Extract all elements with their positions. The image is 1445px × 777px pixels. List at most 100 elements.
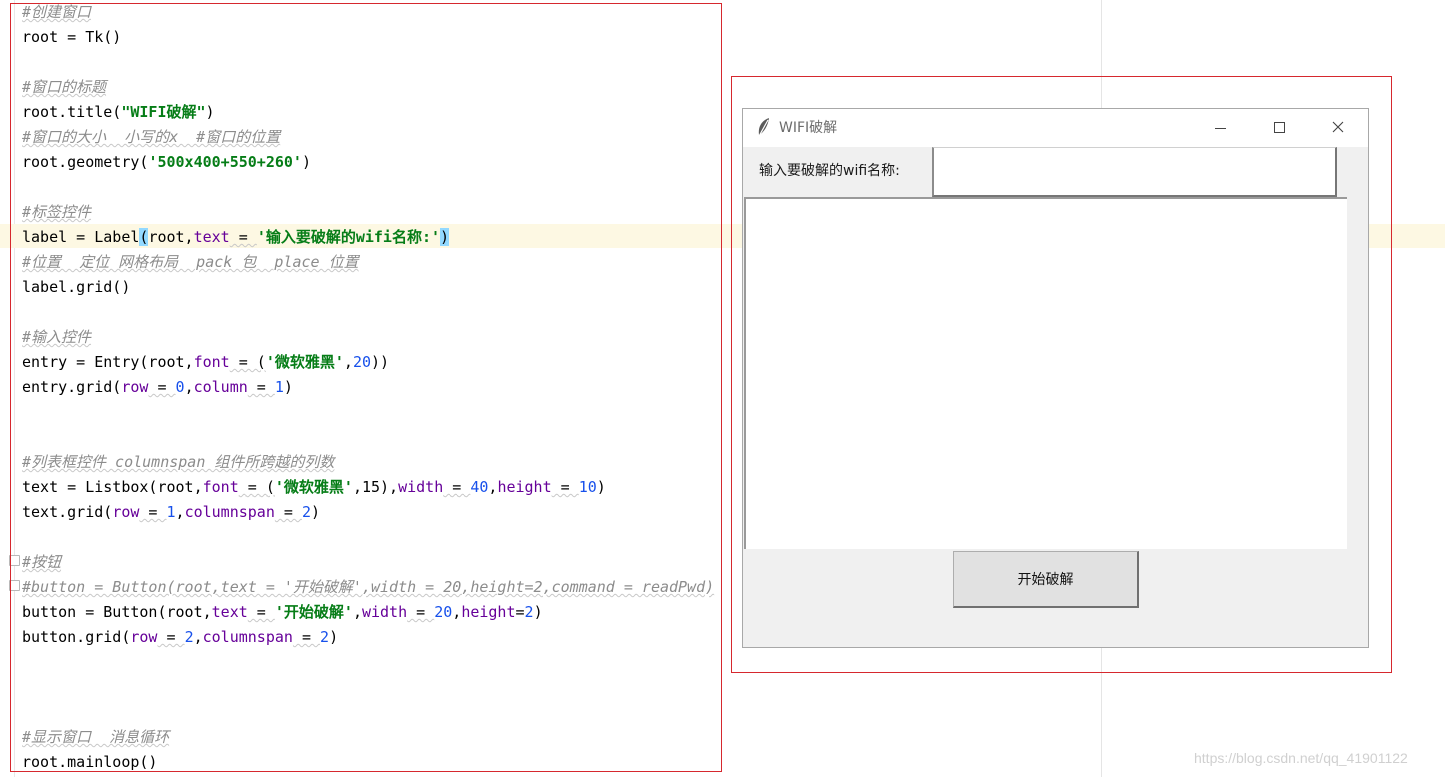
- code-text: =: [229, 228, 257, 246]
- code-text: =: [407, 603, 435, 621]
- string-literal: '微软雅黑': [274, 478, 353, 496]
- code-text: )): [371, 353, 390, 371]
- string-literal: '500x400+550+260': [148, 153, 302, 171]
- code-line-6: #窗口的大小 小写的x #窗口的位置: [22, 125, 714, 150]
- number-literal: 1: [166, 503, 176, 521]
- code-line-7: root.geometry('500x400+550+260'): [22, 150, 714, 175]
- code-text: =: [551, 478, 579, 496]
- code-text: root = Tk(): [22, 28, 122, 46]
- window-titlebar[interactable]: WIFI破解: [743, 109, 1368, 147]
- code-line-12: label.grid(): [22, 275, 714, 300]
- number-literal: 10: [578, 478, 597, 496]
- tk-app-window: WIFI破解 输入要破解的wifi名称: 开始破解: [742, 108, 1369, 648]
- keyword-arg: height: [461, 603, 516, 621]
- comment: #窗口的标题: [22, 78, 107, 96]
- keyword-arg: font: [202, 478, 239, 496]
- keyword-arg: text: [193, 228, 230, 246]
- code-text: root.title(: [22, 103, 122, 121]
- string-literal: "WIFI破解": [121, 103, 206, 121]
- number-literal: 40: [470, 478, 489, 496]
- code-text: root.mainloop(): [22, 753, 158, 771]
- code-editor[interactable]: #创建窗口 root = Tk() #窗口的标题 root.title("WIF…: [22, 0, 714, 775]
- password-listbox[interactable]: [744, 197, 1347, 549]
- wifi-name-label: 输入要破解的wifi名称:: [759, 163, 900, 179]
- number-literal: 2: [320, 628, 330, 646]
- code-text: text.grid(: [22, 503, 113, 521]
- keyword-arg: height: [497, 478, 552, 496]
- keyword-arg: columnspan: [202, 628, 293, 646]
- comment: #输入控件: [22, 328, 92, 346]
- feather-icon: [757, 118, 769, 139]
- code-text: label = Label: [22, 228, 140, 246]
- code-text: = (: [229, 353, 266, 371]
- wifi-name-entry[interactable]: [932, 147, 1337, 197]
- string-literal: '开始破解': [274, 603, 353, 621]
- code-text: label.grid(): [22, 278, 131, 296]
- comment: #位置 定位 网格布局 pack 包 place 位置: [22, 253, 359, 271]
- code-line-15: entry = Entry(root,font = ('微软雅黑',20)): [22, 350, 714, 375]
- code-text: =: [247, 603, 275, 621]
- code-line-23: #按钮: [22, 550, 714, 575]
- code-text: 15: [361, 478, 381, 496]
- code-text: text = Listbox(root,: [22, 478, 203, 496]
- number-literal: 1: [274, 378, 284, 396]
- code-line-14: #输入控件: [22, 325, 714, 350]
- code-text: root.geometry(: [22, 153, 149, 171]
- string-literal: '微软雅黑': [265, 353, 344, 371]
- number-literal: 0: [175, 378, 185, 396]
- code-line-30: #显示窗口 消息循环: [22, 725, 714, 750]
- code-text: ,: [352, 603, 362, 621]
- code-line-31: root.mainloop(): [22, 750, 714, 775]
- string-literal: '输入要破解的wifi名称:': [256, 228, 441, 246]
- code-line-9: #标签控件: [22, 200, 714, 225]
- code-line-4: #窗口的标题: [22, 75, 714, 100]
- code-text: =: [292, 628, 321, 646]
- number-literal: 2: [301, 503, 311, 521]
- comment: #窗口的大小 小写的x #窗口的位置: [22, 128, 281, 146]
- keyword-arg: row: [112, 503, 140, 521]
- code-text: ,: [175, 503, 185, 521]
- watermark: https://blog.csdn.net/qq_41901122: [1194, 750, 1408, 766]
- code-line-2: root = Tk(): [22, 25, 714, 50]
- matched-paren: ): [440, 228, 450, 246]
- code-text: ,: [193, 628, 203, 646]
- close-button[interactable]: [1309, 109, 1367, 147]
- keyword-arg: width: [398, 478, 444, 496]
- code-text: root,: [148, 228, 194, 246]
- code-text: button.grid(: [22, 628, 131, 646]
- code-text: ): [205, 103, 215, 121]
- code-line-25: button = Button(root,text = '开始破解',width…: [22, 600, 714, 625]
- code-text: ): [311, 503, 321, 521]
- code-line-1: #创建窗口: [22, 0, 714, 25]
- keyword-arg: columnspan: [184, 503, 275, 521]
- comment: #标签控件: [22, 203, 92, 221]
- code-text: =: [247, 378, 275, 396]
- code-line-16: entry.grid(row = 0,column = 1): [22, 375, 714, 400]
- keyword-arg: width: [361, 603, 408, 621]
- comment: #显示窗口 消息循环: [22, 728, 170, 746]
- keyword-arg: column: [193, 378, 248, 396]
- start-crack-button[interactable]: 开始破解: [953, 551, 1139, 608]
- code-line-19: #列表框控件 columnspan 组件所跨越的列数: [22, 450, 714, 475]
- code-text: ,: [343, 353, 353, 371]
- code-text: ): [533, 603, 543, 621]
- code-text: =: [443, 478, 471, 496]
- code-text: ): [329, 628, 339, 646]
- number-literal: 2: [524, 603, 534, 621]
- number-literal: 20: [352, 353, 371, 371]
- code-text: = (: [238, 478, 275, 496]
- number-literal: 2: [184, 628, 194, 646]
- maximize-icon: [1274, 122, 1285, 133]
- minimize-button[interactable]: [1191, 109, 1249, 147]
- maximize-button[interactable]: [1250, 109, 1308, 147]
- code-text: =: [515, 603, 525, 621]
- code-text: ,: [452, 603, 462, 621]
- code-text: button = Button(root,: [22, 603, 212, 621]
